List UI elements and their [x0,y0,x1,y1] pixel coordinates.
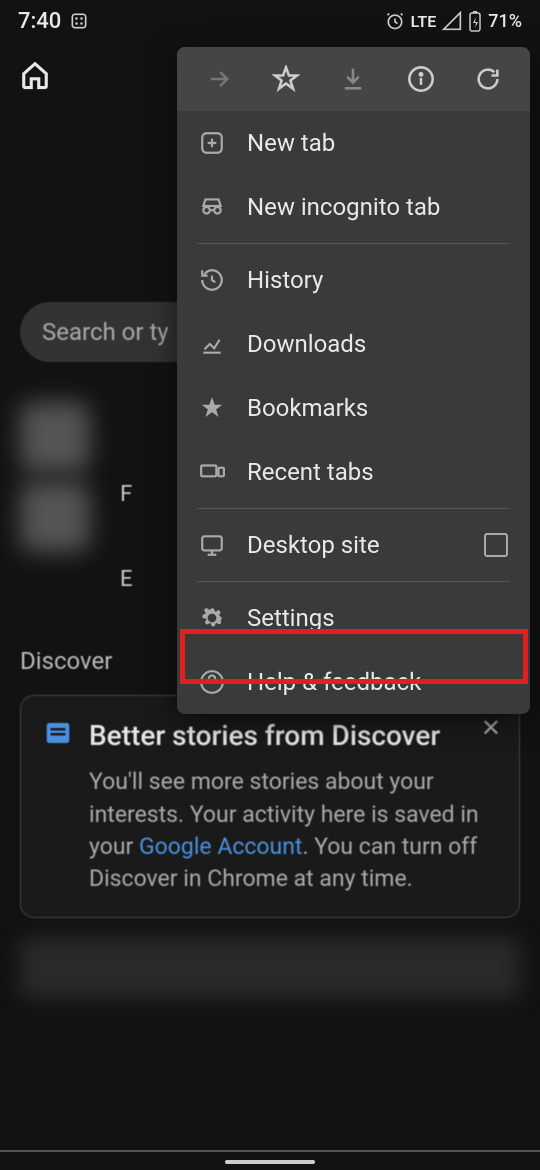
discover-card: ✕ Better stories from Discover You'll se… [20,695,520,918]
overflow-menu: New tab New incognito tab History Downlo… [177,47,530,714]
home-button[interactable] [20,60,50,94]
menu-desktop-site[interactable]: Desktop site [177,513,530,577]
menu-label: New tab [247,129,335,157]
signal-icon [442,11,462,31]
card-text: You'll see more stories about your inter… [89,766,497,895]
shortcut-label: F [120,482,132,507]
bookmark-button[interactable] [261,65,311,93]
google-account-link[interactable]: Google Account [139,833,302,860]
shortcut-tile[interactable] [20,402,90,472]
menu-label: Downloads [247,330,366,358]
status-bar: 7:40 LTE 71% [0,0,540,42]
battery-icon [468,10,482,32]
status-battery: 71% [488,11,522,32]
nav-handle[interactable] [225,1160,315,1164]
info-button[interactable] [396,65,446,93]
feed-icon [43,718,73,895]
card-title: Better stories from Discover [89,718,497,754]
status-lte: LTE [411,12,437,31]
menu-label: Settings [247,604,335,632]
menu-label: History [247,266,323,294]
menu-label: Bookmarks [247,394,368,422]
content-placeholder [20,938,520,998]
forward-button[interactable] [194,65,244,93]
menu-downloads[interactable]: Downloads [177,312,530,376]
divider [0,1150,540,1152]
menu-label: Desktop site [247,531,380,559]
reload-button[interactable] [463,65,513,93]
menu-label: New incognito tab [247,193,440,221]
shortcut-label: E [120,567,133,592]
download-button[interactable] [328,65,378,93]
menu-label: Recent tabs [247,458,374,486]
desktop-site-checkbox[interactable] [484,533,508,557]
highlight-box [180,629,528,684]
search-placeholder: Search or ty [42,318,169,346]
notification-icon [69,11,89,31]
shortcut-tile[interactable] [20,482,90,552]
alarm-icon [385,11,405,31]
menu-recent-tabs[interactable]: Recent tabs [177,440,530,504]
menu-new-incognito[interactable]: New incognito tab [177,175,530,239]
close-icon[interactable]: ✕ [481,714,501,742]
menu-new-tab[interactable]: New tab [177,111,530,175]
menu-history[interactable]: History [177,248,530,312]
status-time: 7:40 [18,9,61,34]
menu-bookmarks[interactable]: Bookmarks [177,376,530,440]
